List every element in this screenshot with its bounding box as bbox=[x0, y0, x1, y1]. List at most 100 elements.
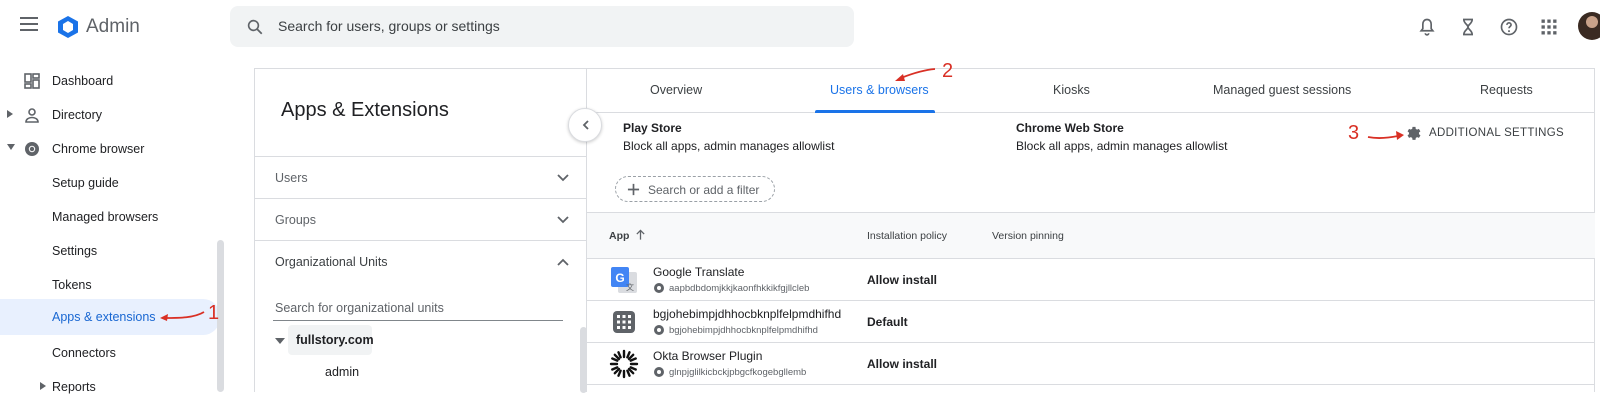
okta-icon bbox=[609, 349, 639, 379]
annotation-number-2: 2 bbox=[942, 60, 954, 82]
column-header-app[interactable]: App bbox=[609, 230, 629, 242]
annotation-number-3: 3 bbox=[1348, 122, 1360, 144]
tree-node-root[interactable]: fullstory.com bbox=[288, 325, 374, 355]
annotation-arrow-3 bbox=[1367, 131, 1404, 140]
svg-text:G: G bbox=[615, 271, 624, 285]
sort-arrow-up-icon[interactable] bbox=[635, 229, 646, 241]
tab-bar: Overview Users & browsers Kiosks Managed… bbox=[587, 69, 1595, 113]
top-app-bar: Admin Search for users, groups or settin… bbox=[0, 0, 1600, 54]
global-search-input[interactable]: Search for users, groups or settings bbox=[230, 6, 854, 47]
main-menu-icon[interactable] bbox=[20, 17, 38, 31]
section-users[interactable]: Users bbox=[255, 156, 586, 198]
svg-text:文: 文 bbox=[626, 282, 634, 292]
installation-policy: Allow install bbox=[867, 273, 938, 287]
avatar[interactable] bbox=[1578, 12, 1600, 40]
nav-label: Connectors bbox=[52, 346, 116, 360]
installation-policy: Allow install bbox=[867, 357, 938, 371]
ou-search-input[interactable]: Search for organizational units bbox=[273, 299, 563, 321]
chrome-small-icon bbox=[654, 367, 664, 377]
table-row[interactable]: G 文 Google Translate aapbdbdomjkkjkaonfh… bbox=[587, 259, 1595, 301]
search-icon bbox=[247, 19, 263, 35]
tab-users-browsers[interactable]: Users & browsers bbox=[830, 83, 929, 97]
caret-down-icon[interactable] bbox=[275, 338, 285, 344]
chrome-small-icon bbox=[654, 325, 664, 335]
nav-label: Settings bbox=[52, 244, 98, 258]
annotation-arrow-1 bbox=[160, 311, 205, 321]
app-id: aapbdbdomjkkjkaonfhkkikfgjllcleb bbox=[669, 283, 810, 294]
column-header-version-pinning[interactable]: Version pinning bbox=[992, 230, 1064, 242]
apps-extensions-panel: Apps & Extensions Users Groups Organizat… bbox=[254, 68, 587, 393]
admin-logo-icon[interactable] bbox=[56, 15, 80, 39]
page-title: Apps & Extensions bbox=[281, 99, 449, 121]
tree-node-child[interactable]: admin bbox=[325, 365, 359, 379]
nav-label: Tokens bbox=[52, 278, 92, 292]
table-row[interactable]: bgjohebimpjdhhocbknplfelpmdhifhd bgjoheb… bbox=[587, 301, 1595, 343]
app-name: Okta Browser Plugin bbox=[653, 349, 763, 363]
app-id: bgjohebimpjdhhocbknplfelpmdhifhd bbox=[669, 325, 818, 336]
annotation-arrow-2 bbox=[895, 68, 936, 81]
caret-right-icon[interactable] bbox=[7, 110, 13, 118]
person-icon bbox=[25, 108, 39, 123]
search-placeholder: Search for users, groups or settings bbox=[278, 18, 500, 34]
gear-icon bbox=[1407, 126, 1421, 140]
section-groups[interactable]: Groups bbox=[255, 198, 586, 240]
caret-down-icon[interactable] bbox=[7, 144, 15, 150]
nav-item-settings[interactable]: Settings bbox=[0, 234, 220, 268]
collapse-panel-button[interactable] bbox=[568, 108, 602, 142]
section-label: Groups bbox=[275, 213, 316, 227]
chrome-small-icon bbox=[654, 283, 664, 293]
app-id: glnpjglilkicbckjpbgcfkogebgllemb bbox=[669, 367, 807, 378]
app-name: bgjohebimpjdhhocbknplfelpmdhifhd bbox=[653, 307, 842, 321]
filter-input[interactable]: Search or add a filter bbox=[615, 176, 775, 202]
tab-overview[interactable]: Overview bbox=[650, 83, 702, 97]
table-row[interactable]: Okta Browser Plugin glnpjglilkicbckjpbgc… bbox=[587, 343, 1595, 385]
chevron-up-icon bbox=[557, 258, 569, 266]
nav-label: Apps & extensions bbox=[52, 310, 156, 324]
additional-settings-label: ADDITIONAL SETTINGS bbox=[1429, 127, 1564, 139]
bell-icon[interactable] bbox=[1417, 17, 1437, 37]
nav-item-dashboard[interactable]: Dashboard bbox=[0, 64, 220, 98]
left-navigation: Dashboard Directory Chrome browser Setup… bbox=[0, 54, 228, 394]
filter-placeholder: Search or add a filter bbox=[648, 183, 760, 197]
play-store-setting[interactable]: Play Store Block all apps, admin manages… bbox=[623, 121, 834, 153]
nav-item-setup-guide[interactable]: Setup guide bbox=[0, 166, 220, 200]
hourglass-icon[interactable] bbox=[1458, 17, 1478, 37]
help-icon[interactable] bbox=[1499, 17, 1519, 37]
nav-item-tokens[interactable]: Tokens bbox=[0, 268, 220, 302]
ou-search-placeholder: Search for organizational units bbox=[275, 301, 444, 315]
section-organizational-units[interactable]: Organizational Units bbox=[255, 240, 586, 282]
caret-right-icon[interactable] bbox=[40, 382, 46, 390]
tab-managed-guest-sessions[interactable]: Managed guest sessions bbox=[1213, 83, 1351, 97]
active-tab-indicator bbox=[815, 110, 935, 113]
nav-item-chrome-browser[interactable]: Chrome browser bbox=[0, 132, 220, 166]
store-title: Play Store bbox=[623, 121, 682, 135]
chevron-down-icon bbox=[557, 216, 569, 224]
chrome-web-store-setting[interactable]: Chrome Web Store Block all apps, admin m… bbox=[1016, 121, 1227, 153]
tab-kiosks[interactable]: Kiosks bbox=[1053, 83, 1090, 97]
grid-app-icon bbox=[613, 311, 635, 333]
nav-label: Setup guide bbox=[52, 176, 119, 190]
nav-item-connectors[interactable]: Connectors bbox=[0, 336, 220, 370]
nav-label: Directory bbox=[52, 108, 103, 122]
installation-policy: Default bbox=[867, 315, 908, 329]
store-description: Block all apps, admin manages allowlist bbox=[1016, 139, 1228, 153]
apps-content-panel: Overview Users & browsers Kiosks Managed… bbox=[587, 68, 1595, 392]
app-name: Google Translate bbox=[653, 265, 745, 279]
apps-grid-icon[interactable] bbox=[1539, 17, 1559, 37]
section-label: Users bbox=[275, 171, 308, 185]
chevron-left-icon bbox=[582, 120, 589, 130]
nav-label: Dashboard bbox=[52, 74, 114, 88]
nav-label: Chrome browser bbox=[52, 142, 145, 156]
nav-item-reports[interactable]: Reports bbox=[0, 370, 220, 404]
nav-item-managed-browsers[interactable]: Managed browsers bbox=[0, 200, 220, 234]
store-title: Chrome Web Store bbox=[1016, 121, 1124, 135]
column-header-installation-policy[interactable]: Installation policy bbox=[867, 230, 947, 242]
annotation-number-1: 1 bbox=[208, 302, 220, 324]
chrome-icon bbox=[25, 142, 39, 156]
tree-node-label: fullstory.com bbox=[296, 333, 374, 347]
tab-requests[interactable]: Requests bbox=[1480, 83, 1533, 97]
section-label: Organizational Units bbox=[275, 255, 388, 269]
nav-item-directory[interactable]: Directory bbox=[0, 98, 220, 132]
ou-scrollbar[interactable] bbox=[580, 327, 587, 393]
google-translate-icon: G 文 bbox=[611, 267, 637, 293]
